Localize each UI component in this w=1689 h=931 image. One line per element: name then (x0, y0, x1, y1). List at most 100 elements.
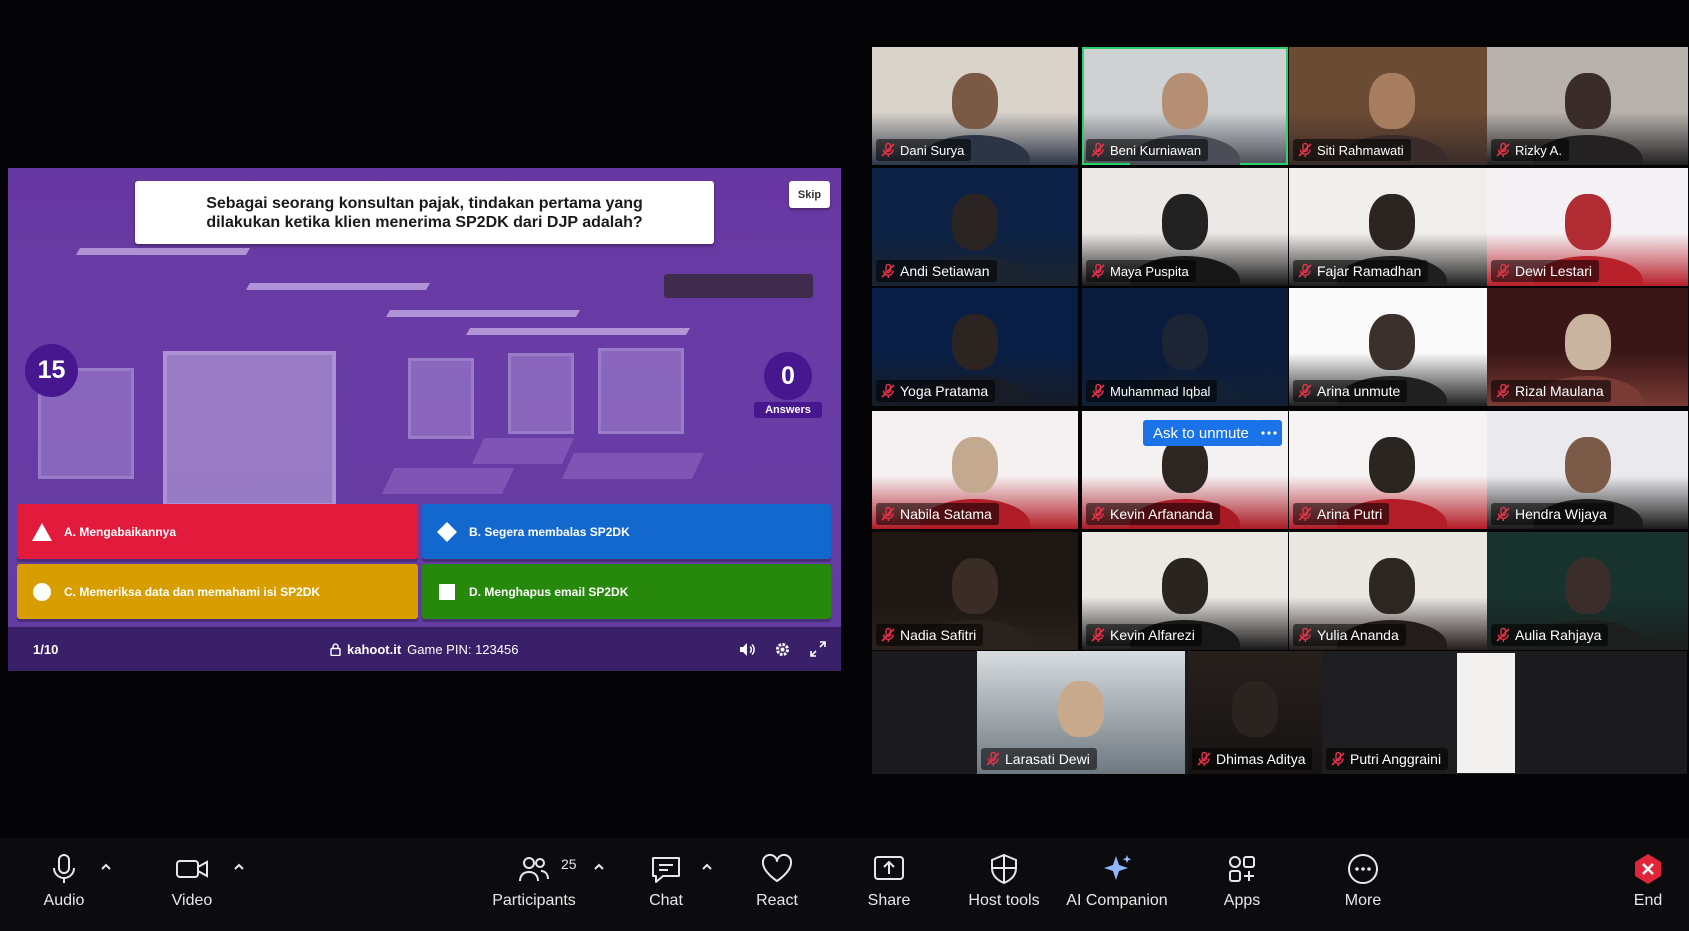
participant-tile[interactable]: Yulia Ananda (1289, 532, 1495, 650)
participant-tile[interactable]: Muhammad Iqbal (1082, 288, 1288, 406)
mic-muted-icon (1298, 263, 1312, 278)
mic-muted-icon (1091, 383, 1105, 398)
apps-button[interactable]: Apps (1222, 852, 1262, 910)
participant-tile[interactable]: Dewi Lestari (1487, 168, 1688, 286)
participant-tile[interactable]: Fajar Ramadhan (1289, 168, 1495, 286)
answer-option-c[interactable]: C. Memeriksa data dan memahami isi SP2DK (17, 564, 418, 619)
volume-icon[interactable] (737, 639, 757, 659)
mic-muted-icon (881, 142, 895, 157)
participant-nametag: Andi Setiawan (876, 260, 997, 282)
square-icon (437, 582, 457, 602)
participant-face (1162, 314, 1208, 370)
more-options-icon[interactable] (1256, 420, 1282, 446)
share-button[interactable]: Share (866, 852, 912, 910)
chevron-up-icon[interactable] (700, 860, 714, 874)
participant-tile[interactable]: Nadia Safitri (872, 532, 1078, 650)
participant-tile[interactable]: Beni Kurniawan (1082, 47, 1288, 165)
game-pin: Game PIN: 123456 (407, 641, 519, 657)
participant-tile[interactable]: Rizky A. (1487, 47, 1688, 165)
end-meeting-button[interactable]: End (1630, 852, 1666, 910)
apps-label: Apps (1223, 892, 1261, 909)
answer-option-d[interactable]: D. Menghapus email SP2DK (422, 564, 831, 619)
shared-document-thumbnail (1457, 653, 1515, 773)
ai-companion-button[interactable]: AI Companion (1066, 852, 1168, 910)
participant-name: Hendra Wijaya (1515, 506, 1607, 522)
participant-tile[interactable]: Dani Surya (872, 47, 1078, 165)
video-label: Video (171, 892, 213, 909)
mic-muted-icon (881, 263, 895, 278)
participant-tile[interactable]: Putri Anggraini (1322, 651, 1520, 774)
participant-tile[interactable]: Hendra Wijaya (1487, 411, 1688, 529)
participant-tile[interactable]: Nabila Satama (872, 411, 1078, 529)
chevron-up-icon[interactable] (99, 860, 113, 874)
participant-name: Arina Putri (1317, 506, 1383, 522)
participant-tile[interactable]: Rizal Maulana (1487, 288, 1688, 406)
react-button[interactable]: React (756, 852, 798, 910)
participant-name: Dhimas Aditya (1216, 751, 1306, 767)
participant-name: Yulia Ananda (1317, 627, 1399, 643)
classroom-window (508, 353, 574, 434)
participant-face (952, 437, 998, 493)
obscured-label (664, 274, 813, 298)
fullscreen-icon[interactable] (808, 639, 828, 659)
answer-option-a[interactable]: A. Mengabaikannya (17, 504, 418, 559)
participant-nametag: Yulia Ananda (1293, 624, 1406, 646)
heart-icon (761, 853, 793, 882)
participant-face (1369, 558, 1415, 614)
participant-tile[interactable]: Kevin Alfarezi (1082, 532, 1288, 650)
participant-nametag: Nabila Satama (876, 503, 999, 525)
video-button[interactable]: Video (169, 852, 215, 910)
participant-name: Andi Setiawan (900, 263, 990, 279)
chat-label: Chat (649, 892, 683, 909)
participant-face (1564, 558, 1611, 614)
chevron-up-icon[interactable] (592, 860, 606, 874)
participant-nametag: Rizky A. (1491, 139, 1569, 161)
game-info: kahoot.it Game PIN: 123456 (330, 642, 518, 657)
participant-tile[interactable]: Maya Puspita (1082, 168, 1288, 286)
participant-face (1232, 681, 1278, 737)
participant-face (1564, 194, 1611, 250)
participant-nametag: Maya Puspita (1086, 260, 1196, 282)
gear-icon[interactable] (772, 639, 792, 659)
participant-tile[interactable]: Larasati Dewi (977, 651, 1185, 774)
participant-nametag: Hendra Wijaya (1491, 503, 1614, 525)
participant-tile[interactable]: Yoga Pratama (872, 288, 1078, 406)
answer-option-label: A. Mengabaikannya (64, 524, 177, 539)
mic-muted-icon (1197, 751, 1211, 766)
answer-option-label: C. Memeriksa data dan memahami isi SP2DK (64, 584, 321, 599)
participant-tile[interactable]: Siti Rahmawati (1289, 47, 1495, 165)
participant-name: Dani Surya (900, 142, 965, 158)
ceiling-light (465, 328, 691, 335)
chevron-up-icon[interactable] (232, 860, 246, 874)
audio-button[interactable]: Audio (42, 852, 86, 910)
participant-tile[interactable]: Andi Setiawan (872, 168, 1078, 286)
participant-face (1564, 73, 1611, 129)
participant-nametag: Fajar Ramadhan (1293, 260, 1429, 282)
kahoot-site: kahoot.it (347, 641, 402, 657)
participant-face (952, 194, 998, 250)
kahoot-footer: 1/10 kahoot.it Game PIN: 123456 (8, 627, 841, 671)
more-button[interactable]: More (1342, 852, 1384, 910)
participant-tile[interactable]: Aulia Rahjaya (1487, 532, 1688, 650)
host-tools-button[interactable]: Host tools (966, 852, 1042, 910)
question-timer: 15 (25, 344, 78, 397)
participant-nametag: Larasati Dewi (981, 748, 1097, 770)
participant-tile[interactable]: Dhimas Aditya (1188, 651, 1322, 774)
answer-option-b[interactable]: B. Segera membalas SP2DK (422, 504, 831, 559)
ask-to-unmute-button[interactable]: Ask to unmute (1143, 420, 1259, 446)
mic-muted-icon (1091, 142, 1105, 157)
participant-name: Yoga Pratama (900, 383, 989, 399)
classroom-board (163, 351, 336, 507)
participant-name: Kevin Alfarezi (1110, 627, 1195, 643)
participant-name: Larasati Dewi (1005, 751, 1090, 767)
participant-tile[interactable]: Arina unmute (1289, 288, 1495, 406)
share-screen-icon (874, 856, 904, 880)
mic-muted-icon (1496, 383, 1510, 398)
answer-option-label: D. Menghapus email SP2DK (469, 584, 629, 599)
participant-name: Beni Kurniawan (1110, 142, 1202, 158)
chat-button[interactable]: Chat (646, 852, 686, 910)
ceiling-light (385, 310, 581, 317)
skip-button[interactable]: Skip (789, 181, 830, 208)
participant-tile[interactable]: Arina Putri (1289, 411, 1495, 529)
triangle-icon (32, 522, 52, 542)
